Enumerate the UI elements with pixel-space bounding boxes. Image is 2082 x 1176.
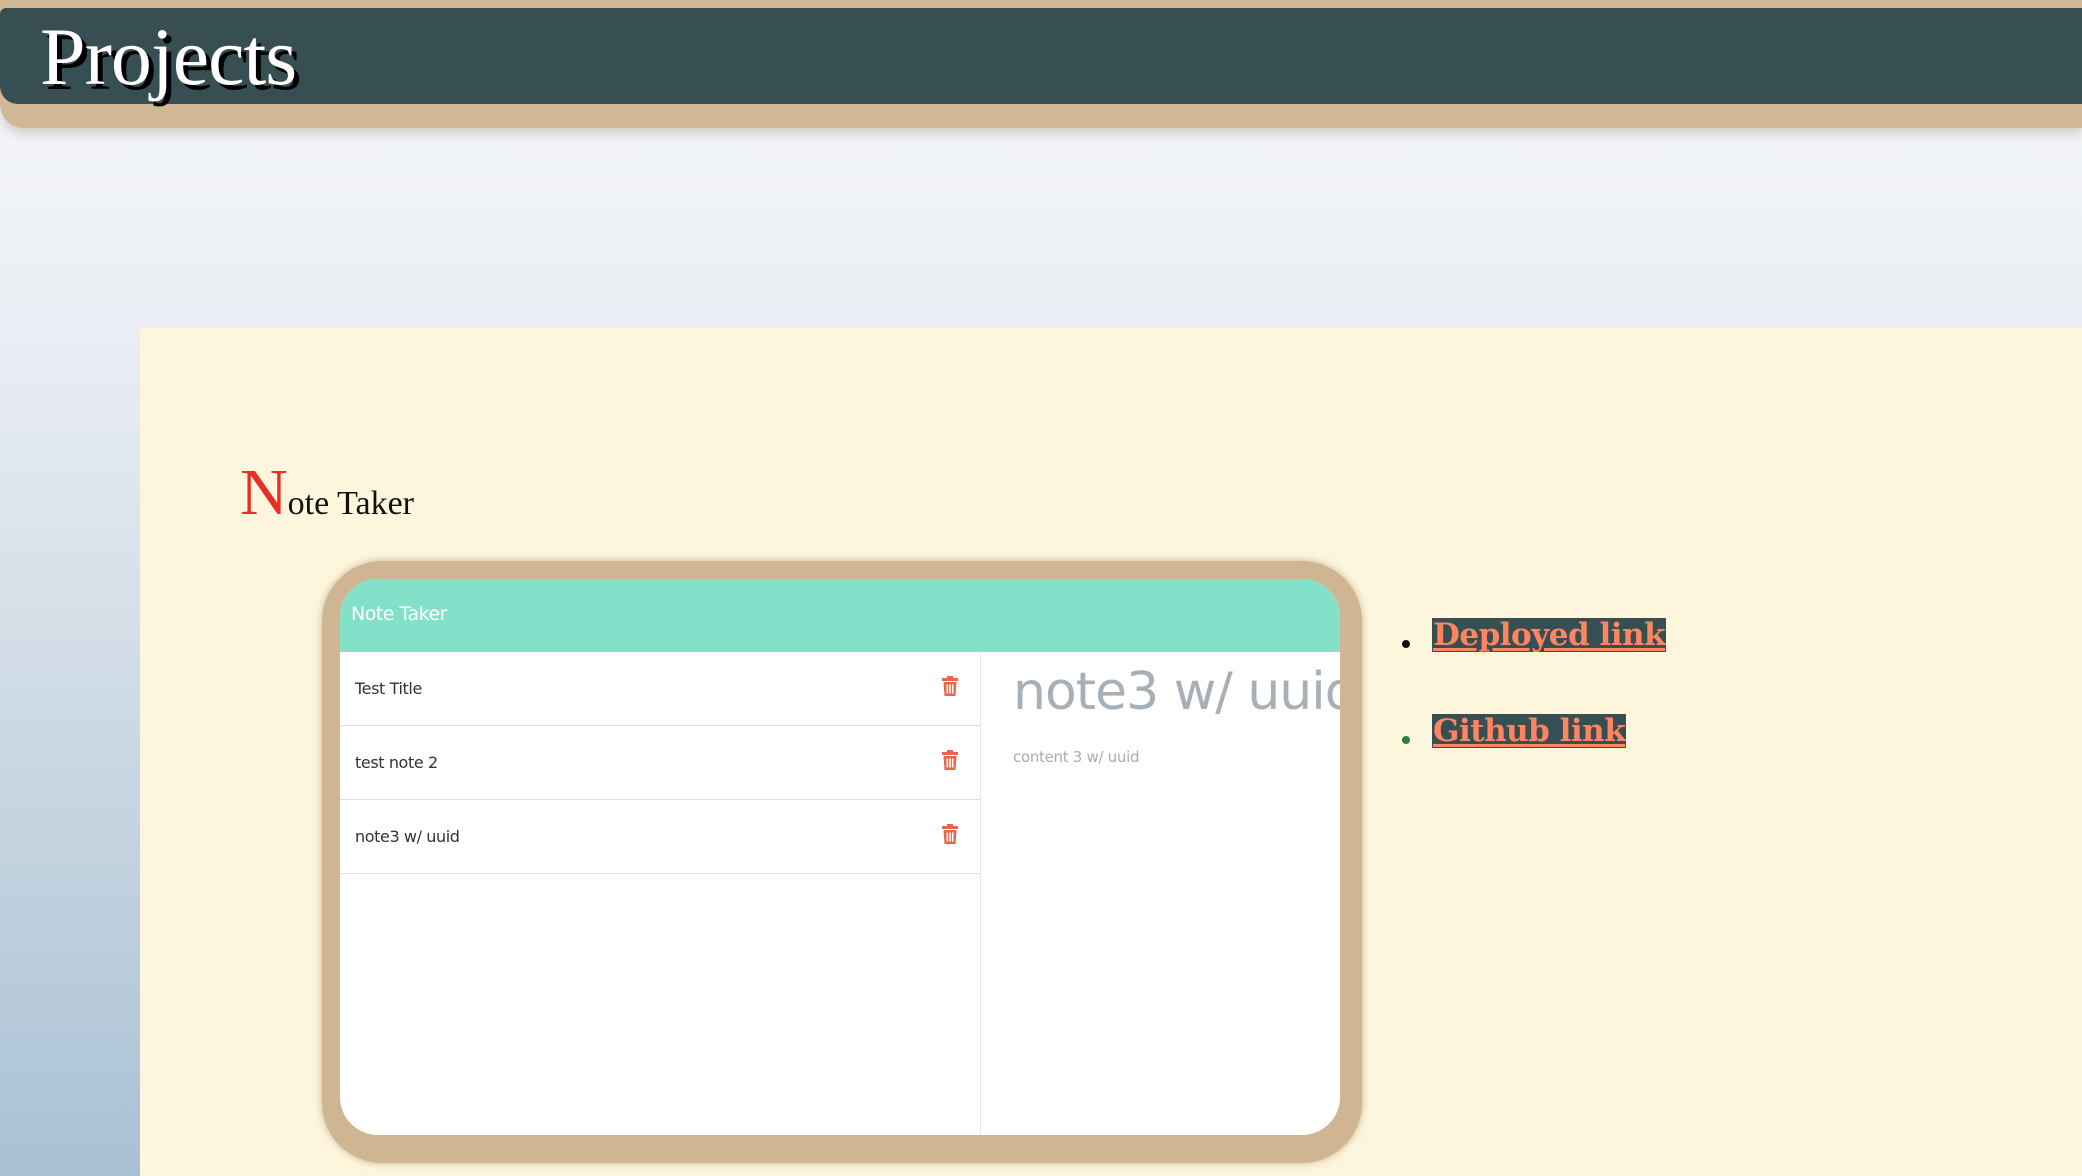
project-screenshot: Note Taker Test Title test note 2 note3 … xyxy=(340,579,1340,1135)
header-bar: Projects xyxy=(0,8,2082,104)
project-panel: Note Taker Note Taker Test Title test no… xyxy=(140,328,2082,1176)
active-note-text: content 3 w/ uuid xyxy=(1013,748,1140,766)
list-item: Test Title xyxy=(340,652,980,726)
project-screenshot-frame: Note Taker Test Title test note 2 note3 … xyxy=(322,561,1362,1163)
list-item: Github link xyxy=(1402,714,1666,810)
trash-icon xyxy=(942,824,958,844)
project-links: Deployed link Github link xyxy=(1402,618,1667,810)
note-title: Test Title xyxy=(355,679,422,698)
list-item: test note 2 xyxy=(340,726,980,800)
project-title-initial: N xyxy=(240,456,288,529)
trash-icon xyxy=(942,676,958,696)
page-header: Projects xyxy=(0,0,2082,128)
project-title-rest: ote Taker xyxy=(287,485,414,522)
note-title: note3 w/ uuid xyxy=(355,827,460,846)
active-note-title: note3 w/ uuid xyxy=(1013,662,1340,722)
screenshot-note-detail: note3 w/ uuid content 3 w/ uuid xyxy=(981,652,1340,1135)
page-title: Projects xyxy=(40,11,297,102)
github-link[interactable]: Github link xyxy=(1432,714,1627,748)
deployed-link[interactable]: Deployed link xyxy=(1432,618,1667,652)
screenshot-app-title: Note Taker xyxy=(351,603,447,625)
list-item: Deployed link xyxy=(1402,618,1667,714)
screenshot-note-list: Test Title test note 2 note3 w/ uuid xyxy=(340,652,981,1135)
bullet-icon xyxy=(1402,736,1410,744)
screenshot-navbar: Note Taker xyxy=(340,579,1340,652)
note-title: test note 2 xyxy=(355,753,438,772)
project-title: Note Taker xyxy=(240,458,414,539)
trash-icon xyxy=(942,750,958,770)
bullet-icon xyxy=(1402,640,1410,648)
list-item: note3 w/ uuid xyxy=(340,800,980,874)
